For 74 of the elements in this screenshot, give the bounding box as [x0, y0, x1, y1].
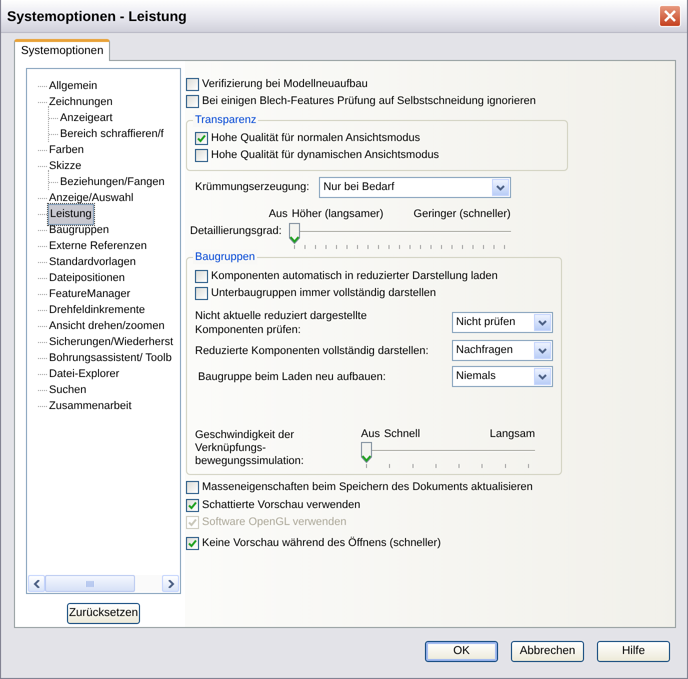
- window-title: Systemoptionen - Leistung: [7, 6, 188, 26]
- checkbox-label[interactable]: Hohe Qualität für dynamischen Ansichtsmodus: [211, 149, 440, 162]
- slider-thumb[interactable]: [361, 442, 372, 463]
- tree-item[interactable]: Anzeigeart: [59, 112, 114, 124]
- dialog-button[interactable]: OK: [425, 641, 498, 662]
- field-label: Krümmungserzeugung:: [195, 180, 310, 196]
- checkbox-label[interactable]: Verifizierung bei Modellneuaufbau: [202, 78, 368, 91]
- slider-label: Geschwindigkeit der Verknüpfungs- bewegungssimulation:: [195, 429, 305, 468]
- scroll-right-button[interactable]: [162, 575, 179, 592]
- checkbox[interactable]: [186, 481, 199, 494]
- tree-item[interactable]: Zeichnungen: [48, 96, 114, 108]
- checkbox[interactable]: [186, 95, 199, 108]
- field-label: Reduzierte Komponenten vollständig darstellen:: [195, 344, 430, 358]
- checkbox-label[interactable]: Bei einigen Blech-Features Prüfung auf Selbstschneidung ignorieren: [202, 95, 536, 108]
- checkbox-label[interactable]: Keine Vorschau während des Öffnens (schneller): [202, 536, 441, 550]
- tree-item[interactable]: Beziehungen/Fangen: [59, 176, 166, 188]
- slider-label: Schnell: [384, 426, 420, 442]
- checkbox-label[interactable]: Komponenten automatisch in reduzierter Darstellung laden: [211, 270, 498, 282]
- group-title: Baugruppen: [193, 250, 257, 264]
- checkbox[interactable]: [195, 270, 208, 282]
- field-label: Baugruppe beim Laden neu aufbauen:: [197, 370, 387, 384]
- tree-item[interactable]: Zusammenarbeit: [48, 400, 133, 412]
- tree-item[interactable]: Drehfeldinkremente: [48, 304, 146, 316]
- tree-item[interactable]: Suchen: [48, 384, 88, 396]
- slider-label: Detaillierungsgrad:: [190, 224, 282, 239]
- tree-item[interactable]: Dateipositionen: [48, 272, 126, 284]
- tree-item[interactable]: Baugruppen: [48, 224, 110, 236]
- slider-label: Aus: [361, 426, 380, 442]
- tree-item[interactable]: Ansicht drehen/zoomen: [48, 320, 166, 332]
- slider-track[interactable]: [288, 222, 511, 244]
- dropdown[interactable]: Nicht prüfen: [452, 312, 553, 333]
- checkbox-label[interactable]: Schattierte Vorschau verwenden: [202, 498, 360, 512]
- slider-thumb[interactable]: [288, 222, 300, 244]
- slider-label: Geringer (schneller): [414, 207, 511, 222]
- close-button[interactable]: [659, 5, 681, 27]
- field-label: Nicht aktuelle reduziert dargestellte Komponenten prüfen:: [195, 308, 368, 336]
- tree-item[interactable]: Datei-Explorer: [48, 368, 120, 380]
- tree-item[interactable]: Skizze: [48, 160, 82, 172]
- slider-label: Höher (langsamer): [292, 207, 384, 222]
- slider-label: Aus: [268, 207, 288, 222]
- tree-item[interactable]: Sicherungen/Wiederherst: [48, 336, 174, 348]
- checkbox[interactable]: [186, 536, 199, 550]
- horizontal-scrollbar[interactable]: [28, 575, 179, 592]
- dropdown[interactable]: Niemals: [452, 366, 553, 387]
- dropdown[interactable]: Nachfragen: [452, 340, 553, 361]
- slider-label: Langsam: [490, 426, 535, 442]
- checkbox[interactable]: [195, 149, 208, 162]
- dialog-button[interactable]: Abbrechen: [511, 641, 584, 662]
- checkbox[interactable]: [195, 286, 208, 300]
- tree-item[interactable]: Allgemein: [48, 80, 98, 92]
- checkbox-label[interactable]: Masseneigenschaften beim Speichern des Dokuments aktualisieren: [202, 481, 533, 494]
- group-title: Transparenz: [193, 113, 258, 127]
- checkbox[interactable]: [186, 78, 199, 91]
- tree-item[interactable]: FeatureManager: [48, 288, 132, 300]
- reset-button[interactable]: Zurücksetzen: [67, 603, 140, 624]
- dropdown[interactable]: Nur bei Bedarf: [319, 177, 512, 198]
- tree-item[interactable]: Standardvorlagen: [48, 256, 137, 268]
- scroll-left-button[interactable]: [28, 575, 45, 592]
- tree-item[interactable]: Farben: [48, 144, 85, 156]
- checkbox-label[interactable]: Unterbaugruppen immer vollständig darstellen: [211, 286, 436, 300]
- checkbox[interactable]: [195, 132, 208, 145]
- tree-item[interactable]: Leistung: [48, 204, 94, 224]
- grip-icon[interactable]: [86, 580, 94, 586]
- slider-track[interactable]: [361, 442, 535, 464]
- tab[interactable]: Systemoptionen: [14, 39, 110, 61]
- checkbox[interactable]: [186, 498, 199, 512]
- dialog-button[interactable]: Hilfe: [597, 641, 670, 662]
- close-icon[interactable]: [663, 9, 677, 23]
- tree-item[interactable]: Bohrungsassistent/ Toolb: [48, 352, 173, 364]
- checkbox-label[interactable]: Hohe Qualität für normalen Ansichtsmodus: [211, 132, 420, 145]
- scroll-thumb[interactable]: [45, 575, 135, 592]
- tree-item[interactable]: Anzeige/Auswahl: [48, 192, 134, 204]
- tree-item[interactable]: Externe Referenzen: [48, 240, 148, 252]
- tree-item[interactable]: Bereich schraffieren/f: [59, 128, 165, 140]
